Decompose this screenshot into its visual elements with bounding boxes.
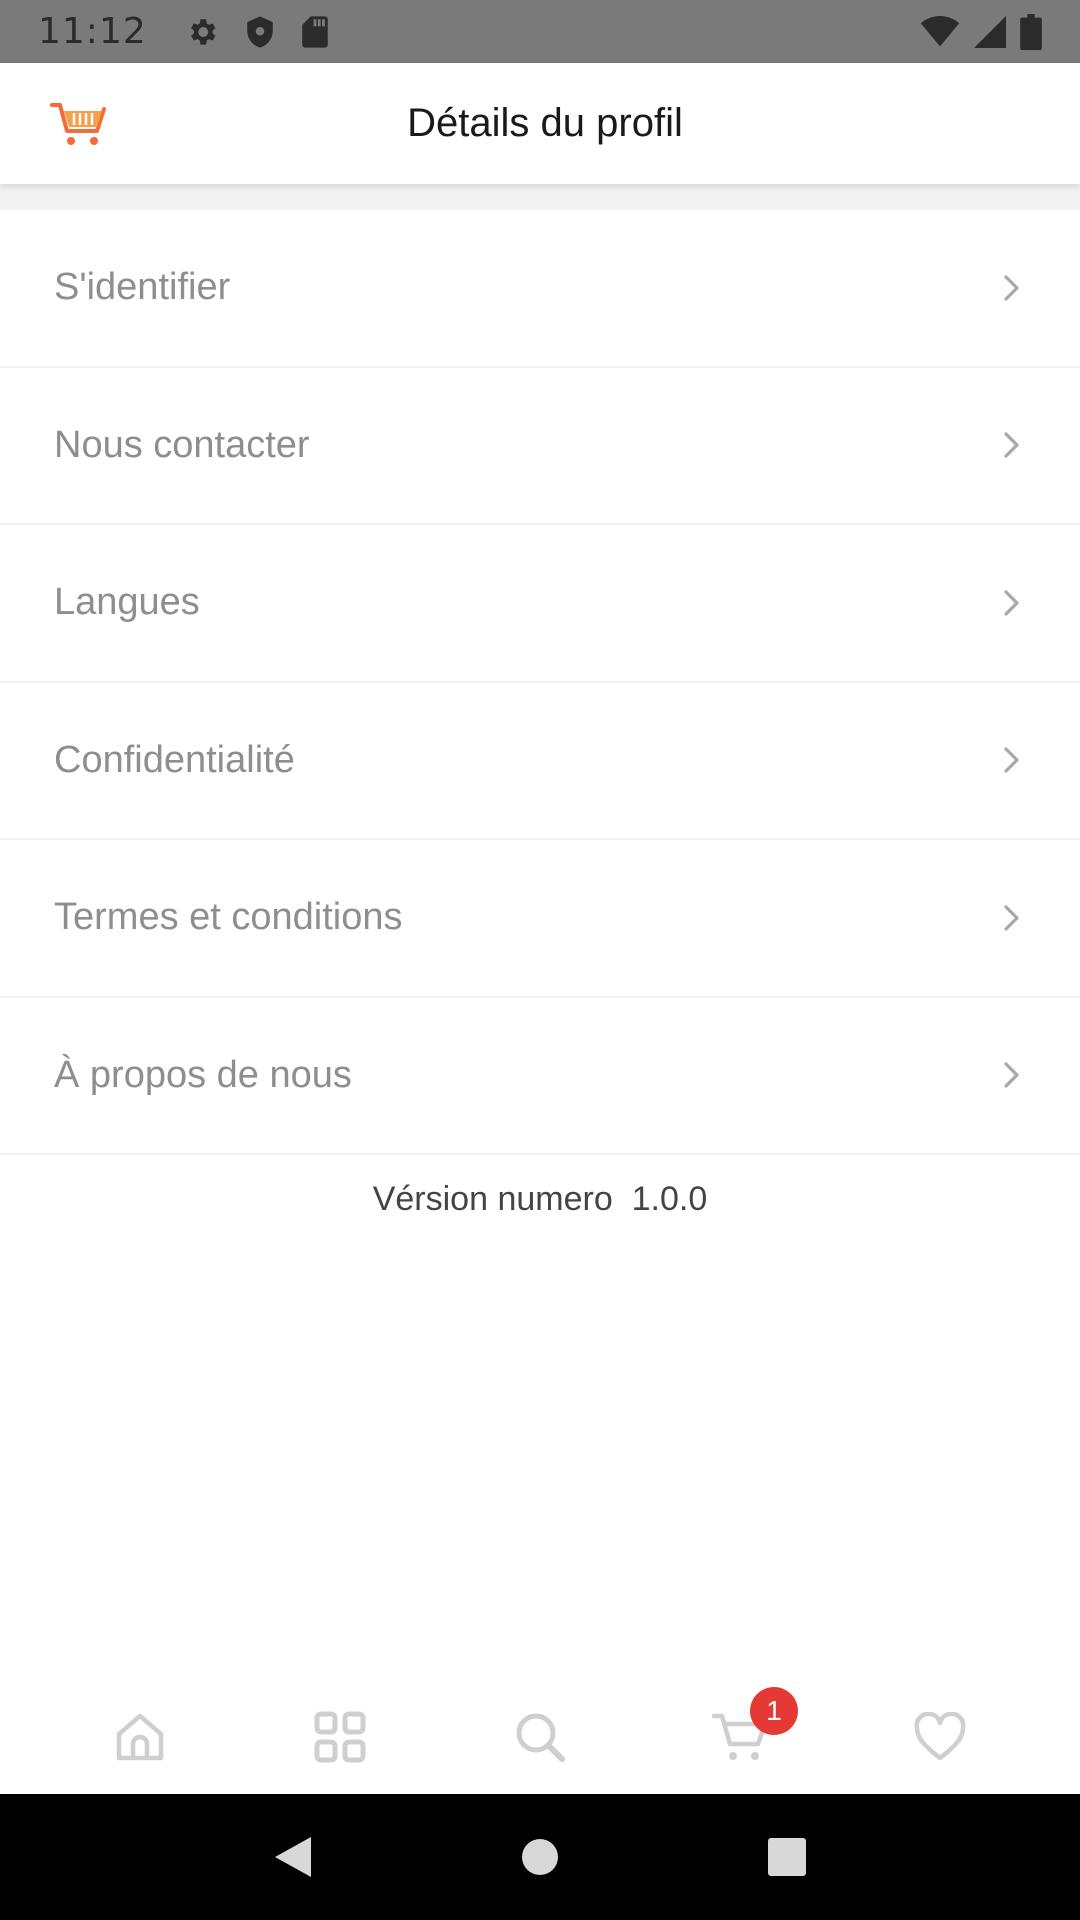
menu-item-label: Langues: [54, 581, 200, 624]
profile-menu-list: S'identifier Nous contacter Langues Conf…: [0, 210, 1080, 1155]
grid-icon: [314, 1711, 366, 1763]
version-number: 1.0.0: [631, 1180, 708, 1218]
nav-search[interactable]: [480, 1687, 600, 1787]
status-right-icons: [920, 13, 1042, 50]
shield-icon: [245, 15, 275, 49]
back-triangle-icon: [275, 1837, 312, 1877]
cart-badge: 1: [750, 1687, 798, 1735]
back-button[interactable]: [248, 1812, 338, 1902]
chevron-right-icon: [1004, 275, 1019, 301]
signal-icon: [974, 15, 1006, 48]
battery-icon: [1020, 13, 1042, 50]
menu-item-sign-in[interactable]: S'identifier: [0, 210, 1080, 368]
menu-item-privacy[interactable]: Confidentialité: [0, 683, 1080, 840]
chevron-right-icon: [1004, 1062, 1019, 1088]
menu-item-languages[interactable]: Langues: [0, 525, 1080, 683]
bottom-nav: 1: [0, 1680, 1080, 1794]
chevron-right-icon: [1004, 590, 1019, 616]
menu-item-terms[interactable]: Termes et conditions: [0, 840, 1080, 998]
section-divider: [0, 184, 1080, 210]
home-circle-icon: [521, 1839, 558, 1875]
recents-square-icon: [767, 1838, 806, 1876]
home-icon: [116, 1713, 164, 1761]
home-button[interactable]: [495, 1812, 585, 1902]
status-time: 11:12: [38, 11, 147, 52]
gear-icon: [185, 15, 219, 49]
nav-wishlist[interactable]: [880, 1687, 1000, 1787]
menu-item-label: À propos de nous: [54, 1053, 352, 1096]
app-bar: Détails du profil: [0, 63, 1080, 184]
status-left-icons: [185, 15, 329, 49]
page-title: Détails du profil: [407, 101, 683, 145]
menu-item-about-us[interactable]: À propos de nous: [0, 998, 1080, 1155]
nav-home[interactable]: [80, 1687, 200, 1787]
system-nav-bar: [0, 1794, 1080, 1920]
status-bar: 11:12: [0, 0, 1080, 63]
menu-item-contact-us[interactable]: Nous contacter: [0, 368, 1080, 525]
nav-categories[interactable]: [280, 1687, 400, 1787]
sd-card-icon: [301, 15, 329, 49]
menu-item-label: S'identifier: [54, 266, 231, 309]
chevron-right-icon: [1004, 905, 1019, 931]
wifi-icon: [920, 15, 960, 48]
menu-item-label: Confidentialité: [54, 738, 295, 781]
menu-item-label: Nous contacter: [54, 423, 310, 466]
search-icon: [516, 1713, 565, 1762]
version-label: Vérsion numero: [372, 1180, 613, 1218]
nav-cart[interactable]: 1: [680, 1687, 800, 1787]
chevron-right-icon: [1004, 747, 1019, 773]
heart-icon: [914, 1712, 966, 1761]
recents-button[interactable]: [742, 1812, 832, 1902]
version-info: Vérsion numero 1.0.0: [0, 1180, 1080, 1219]
chevron-right-icon: [1004, 432, 1019, 458]
menu-item-label: Termes et conditions: [54, 896, 403, 939]
